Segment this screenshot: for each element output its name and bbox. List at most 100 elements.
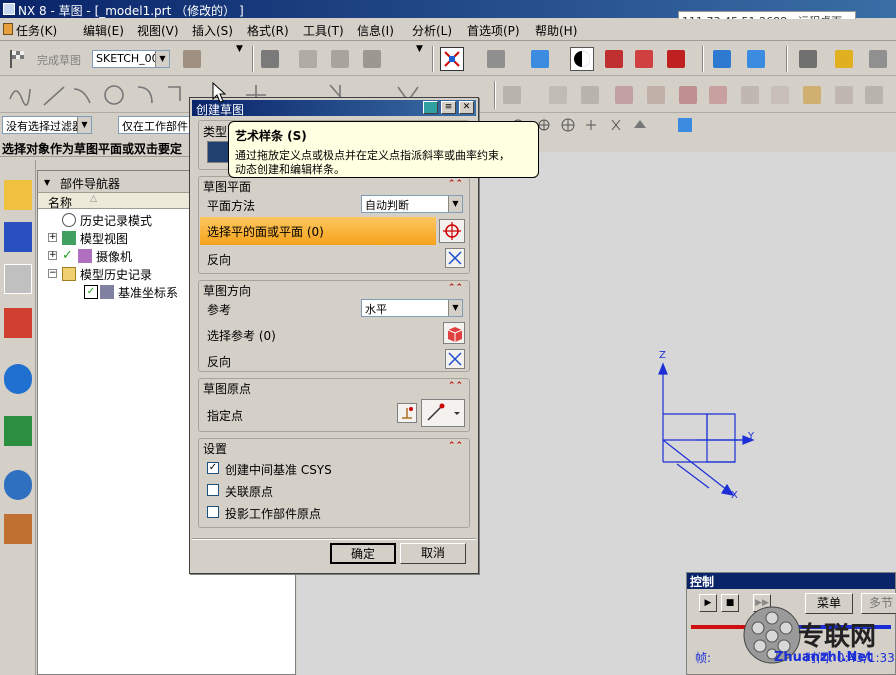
save-icon[interactable] [258, 47, 282, 71]
reference-label: 参考 [207, 303, 232, 317]
menu-insert[interactable]: 插入(S) [192, 22, 233, 39]
constraint-navigator-icon[interactable] [4, 222, 32, 252]
collapse-up-icon[interactable]: ⌃⌃ [448, 283, 463, 293]
finish-sketch-label[interactable]: 完成草图 [37, 52, 81, 68]
axis-x-label: X [731, 490, 738, 501]
plane-method-value: 自动判断 [365, 199, 409, 212]
constraint-icon-2[interactable] [578, 83, 602, 107]
watermark-logo: 专联网 ZhuanzhI.Net [742, 596, 896, 675]
sketch-name-select[interactable]: SKETCH_000 ▼ [92, 50, 170, 68]
menu-tools[interactable]: 工具(T) [303, 22, 344, 39]
point-dialog-icon[interactable] [397, 403, 417, 423]
settings-group: 设置 ⌃⌃ ✓ 创建中间基准 CSYS 关联原点 投影工作部件原点 [198, 438, 470, 528]
associative-origin-checkbox[interactable] [207, 484, 219, 496]
constraint-icon-5[interactable] [676, 83, 700, 107]
ok-button[interactable]: 确定 [330, 543, 396, 564]
project-origin-label: 投影工作部件原点 [225, 507, 322, 521]
constraint-icon-11[interactable] [862, 83, 886, 107]
collapse-up-icon[interactable]: ⌃⌃ [448, 441, 463, 451]
constraint-icon-1[interactable] [546, 83, 570, 107]
constraint-icon-7[interactable] [738, 83, 762, 107]
crosshair-select-icon[interactable] [439, 219, 465, 243]
history-clock-icon[interactable] [4, 470, 32, 500]
create-csys-label: 创建中间基准 CSYS [225, 463, 332, 477]
menu-preferences[interactable]: 首选项(P) [467, 22, 520, 39]
orientation-section-label: 草图方向 [203, 284, 252, 298]
history-palette-icon[interactable] [4, 416, 32, 446]
constraint-icon-6[interactable] [706, 83, 730, 107]
constraint-icon-4[interactable] [644, 83, 668, 107]
roles-icon[interactable] [4, 514, 32, 544]
fit-view-icon[interactable] [440, 47, 464, 71]
expand-icon[interactable]: + [48, 251, 57, 260]
column-name[interactable]: 名称 [48, 194, 72, 211]
sketch-type-icon[interactable] [207, 141, 229, 163]
chevron-down-icon: ▼ [155, 51, 169, 67]
sketch-origin-group: 草图原点 ⌃⌃ 指定点 [198, 378, 470, 432]
plane-method-select[interactable]: 自动判断 ▼ [361, 195, 463, 213]
move-arrow-icon[interactable] [710, 47, 734, 71]
reverse-direction-icon[interactable] [445, 349, 465, 369]
camera-icon [78, 249, 92, 263]
select-reference-cube-icon[interactable] [443, 322, 465, 344]
web-browser-icon[interactable] [4, 364, 32, 394]
stop-icon[interactable]: ■ [721, 594, 739, 612]
constraint-icon-8[interactable] [768, 83, 792, 107]
constraint-icon-10[interactable] [832, 83, 856, 107]
overflow-arrow-icon[interactable]: ▼ [236, 44, 243, 54]
menu-format[interactable]: 格式(R) [247, 22, 289, 39]
select-plane-row[interactable]: 选择平的面或平面 (0) [200, 217, 436, 245]
cancel-button[interactable]: 取消 [400, 543, 466, 564]
collapse-icon[interactable]: − [48, 269, 57, 278]
project-origin-checkbox[interactable] [207, 506, 219, 518]
inferred-point-select[interactable] [421, 399, 465, 427]
preferences-icon[interactable] [866, 47, 890, 71]
paste-icon[interactable] [360, 47, 384, 71]
dialog-title-bar[interactable]: 创建草图 ≡ ✕ [192, 100, 476, 117]
constraint-icon-9[interactable] [800, 83, 824, 107]
collapse-arrow-icon[interactable]: ▼ [44, 178, 50, 187]
menu-help[interactable]: 帮助(H) [535, 22, 577, 39]
shaded-cube-icon[interactable] [528, 47, 552, 71]
menu-edit[interactable]: 编辑(E) [83, 22, 124, 39]
menu-analysis[interactable]: 分析(L) [412, 22, 452, 39]
assembly-navigator-icon[interactable] [4, 180, 32, 210]
reference-select[interactable]: 水平 ▼ [361, 299, 463, 317]
menu-icon[interactable]: ≡ [441, 101, 456, 114]
orient-view-icon[interactable] [180, 47, 204, 71]
close-icon[interactable]: ✕ [459, 101, 474, 114]
create-csys-checkbox[interactable]: ✓ [207, 462, 219, 474]
display-mode-icon[interactable] [570, 47, 594, 71]
overflow-arrow-icon[interactable]: ▼ [416, 44, 423, 54]
cut-icon[interactable] [296, 47, 320, 71]
tooltip-title: 艺术样条 (S) [235, 129, 307, 143]
expand-icon[interactable]: + [48, 233, 57, 242]
type-filter-select[interactable]: 没有选择过滤器 ▼ [2, 116, 92, 134]
menu-app-icon[interactable] [3, 23, 13, 35]
copy-icon[interactable] [328, 47, 352, 71]
part-navigator-icon[interactable] [4, 264, 32, 294]
constraint-icon-3[interactable] [612, 83, 636, 107]
checkbox-checked-icon[interactable]: ✓ [84, 285, 98, 299]
menu-info[interactable]: 信息(I) [357, 22, 394, 39]
reset-icon[interactable] [423, 101, 438, 114]
associative-origin-label: 关联原点 [225, 485, 274, 499]
edit-object-icon[interactable] [664, 47, 688, 71]
collapse-up-icon[interactable]: ⌃⌃ [448, 381, 463, 391]
finish-sketch-flag-icon[interactable] [6, 47, 30, 71]
tools-icon[interactable] [832, 47, 856, 71]
wcs-icon[interactable] [484, 47, 508, 71]
scope-filter-select[interactable]: 仅在工作部件 [118, 116, 190, 134]
move-point-icon[interactable] [744, 47, 768, 71]
play-icon[interactable]: ▶ [699, 594, 717, 612]
reverse-direction-icon[interactable] [445, 248, 465, 268]
assemblies-icon[interactable] [796, 47, 820, 71]
menu-view[interactable]: 视图(V) [137, 22, 179, 39]
layer-icon[interactable] [632, 47, 656, 71]
section-view-icon[interactable] [602, 47, 626, 71]
collapse-up-icon[interactable]: ⌃⌃ [448, 179, 463, 189]
derived-line-icon[interactable] [500, 83, 524, 107]
menu-task[interactable]: 任务(K) [16, 22, 57, 39]
sketch-orientation-group: 草图方向 ⌃⌃ 参考 水平 ▼ 选择参考 (0) 反向 [198, 280, 470, 372]
reuse-library-icon[interactable] [4, 308, 32, 338]
